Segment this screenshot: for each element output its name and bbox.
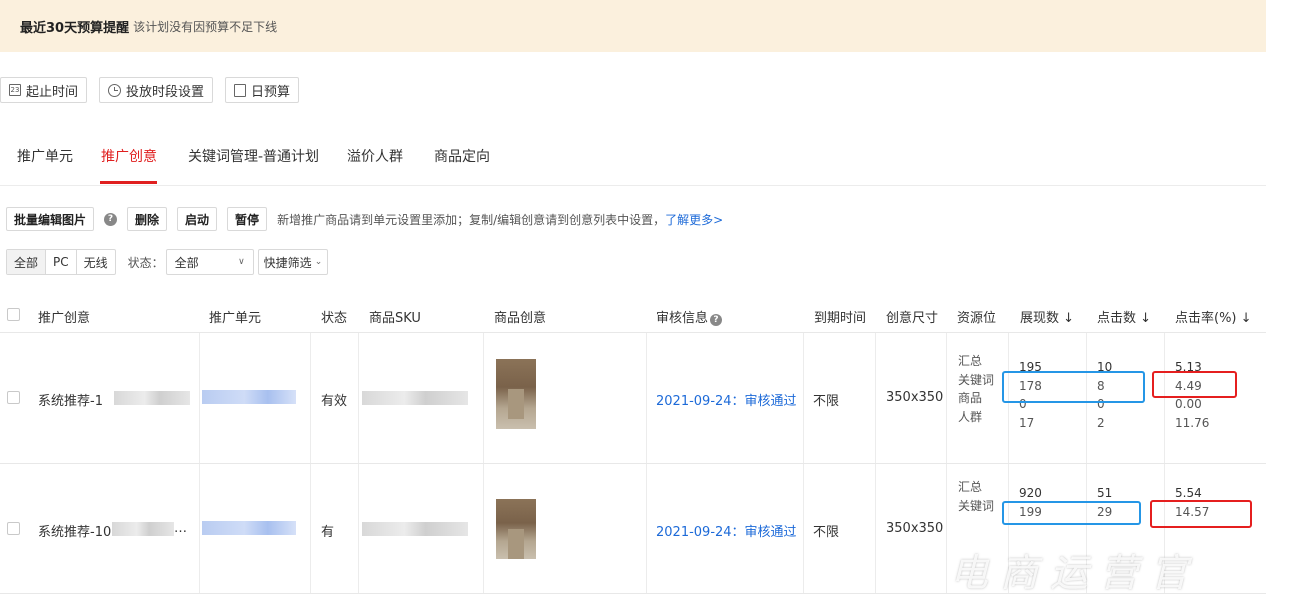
tab-product-targeting[interactable]: 商品定向 [434, 146, 490, 166]
header-product-creative[interactable]: 商品创意 [494, 307, 546, 326]
redacted-text [114, 391, 190, 405]
chevron-down-icon: ∨ [238, 257, 245, 267]
highlight-box-red [1150, 500, 1252, 528]
header-resource[interactable]: 资源位 [957, 307, 996, 326]
chevron-down-icon: ⌄ [314, 257, 323, 267]
daily-budget-button[interactable]: 日预算 [225, 77, 300, 103]
status-text: 有效 [321, 394, 348, 409]
daily-budget-label: 日预算 [251, 84, 291, 100]
header-status[interactable]: 状态 [321, 307, 347, 326]
highlight-box-red [1152, 371, 1237, 398]
select-all-checkbox[interactable] [7, 308, 20, 321]
header-creative[interactable]: 推广创意 [38, 307, 90, 326]
audit-link[interactable]: 2021-09-24：审核通过 [656, 521, 797, 540]
segment-mobile[interactable]: 无线 [77, 250, 115, 274]
watermark: 电商运营官 [950, 551, 1201, 595]
batch-edit-images-button[interactable]: 批量编辑图片 [6, 207, 95, 231]
hint-text: 新增推广商品请到单元设置里添加；复制/编辑创意请到创意列表中设置，了解更多> [277, 212, 724, 227]
creative-name: 系统推荐-10 [38, 525, 112, 540]
quick-filter-dropdown[interactable]: 快捷筛选 ⌄ [257, 249, 329, 275]
status-value: 全部 [174, 255, 199, 270]
resource-list: 汇总 关键词 [958, 480, 995, 513]
status-text: 有 [321, 525, 335, 540]
tab-premium-audience[interactable]: 溢价人群 [347, 146, 403, 166]
expire-text: 不限 [813, 525, 840, 540]
clock-icon [108, 83, 122, 97]
header-unit[interactable]: 推广单元 [209, 307, 261, 326]
row-checkbox[interactable] [7, 522, 20, 535]
creative-name: 系统推荐-1 [38, 394, 103, 409]
creative-name-ellipsis: … [174, 521, 187, 536]
date-range-label: 起止时间 [26, 84, 79, 100]
sku-redacted [362, 522, 468, 536]
row-checkbox[interactable] [7, 391, 20, 404]
header-audit[interactable]: 审核信息? [656, 307, 723, 326]
schedule-button[interactable]: 投放时段设置 [99, 77, 214, 103]
banner-desc: 该计划没有因预算不足下线 [133, 19, 278, 34]
active-tab-indicator [100, 181, 157, 184]
date-range-button[interactable]: 23 起止时间 [0, 77, 88, 103]
product-thumbnail[interactable] [496, 359, 536, 429]
audit-link[interactable]: 2021-09-24：审核通过 [656, 390, 797, 409]
quick-filter-label: 快捷筛选 [263, 255, 312, 270]
banner-title: 最近30天预算提醒 [20, 20, 130, 36]
size-text: 350x350 [886, 390, 944, 405]
learn-more-link[interactable]: 了解更多> [665, 213, 723, 227]
header-expire[interactable]: 到期时间 [814, 307, 866, 326]
expire-text: 不限 [813, 394, 840, 409]
size-text: 350x350 [886, 521, 944, 536]
help-icon[interactable]: ? [104, 212, 118, 226]
action-bar: 批量编辑图片 ? 删除 启动 暂停 新增推广商品请到单元设置里添加；复制/编辑创… [6, 207, 723, 231]
unit-link-redacted[interactable] [202, 521, 296, 535]
redacted-text [112, 522, 174, 536]
header-ctr[interactable]: 点击率(%) ↓ [1175, 307, 1252, 326]
highlight-box-blue [1002, 371, 1145, 403]
start-button[interactable]: 启动 [177, 207, 218, 231]
tab-keywords[interactable]: 关键词管理-普通计划 [188, 146, 319, 166]
delete-button[interactable]: 删除 [127, 207, 168, 231]
unit-link-redacted[interactable] [202, 390, 296, 404]
status-label: 状态： [127, 255, 164, 270]
sku-redacted [362, 391, 468, 405]
platform-segment: 全部 PC 无线 [6, 249, 116, 275]
header-sku[interactable]: 商品SKU [369, 307, 421, 326]
header-impressions[interactable]: 展现数 ↓ [1020, 307, 1074, 326]
highlight-box-blue [1002, 501, 1141, 525]
segment-pc[interactable]: PC [46, 250, 77, 274]
pause-button[interactable]: 暂停 [227, 207, 268, 231]
help-icon[interactable]: ? [710, 314, 723, 326]
filter-bar: 全部 PC 无线 状态： 全部 ∨ 快捷筛选 ⌄ [6, 249, 329, 275]
table-row: 系统推荐-1 有效 2021-09-24：审核通过 不限 350x350 汇总关… [0, 333, 1266, 464]
segment-all[interactable]: 全部 [7, 250, 47, 274]
header-size[interactable]: 创意尺寸 [886, 307, 938, 326]
budget-banner: 最近30天预算提醒 该计划没有因预算不足下线 [0, 0, 1266, 52]
calendar-icon: 23 [9, 84, 21, 96]
budget-icon [234, 83, 247, 97]
tab-bar: 推广单元 推广创意 关键词管理-普通计划 溢价人群 商品定向 [0, 118, 1266, 186]
tab-units[interactable]: 推广单元 [17, 146, 73, 166]
schedule-label: 投放时段设置 [126, 84, 205, 100]
product-thumbnail[interactable] [496, 499, 536, 559]
table-header: 推广创意 推广单元 状态 商品SKU 商品创意 审核信息? 到期时间 创意尺寸 … [0, 297, 1266, 333]
header-clicks[interactable]: 点击数 ↓ [1097, 307, 1151, 326]
status-select[interactable]: 全部 ∨ [165, 249, 254, 275]
resource-list: 汇总 关键词 商品 人群 [958, 354, 995, 424]
plan-toolbar: 23 起止时间 投放时段设置 日预算 [0, 77, 300, 103]
tab-creatives[interactable]: 推广创意 [101, 146, 157, 166]
